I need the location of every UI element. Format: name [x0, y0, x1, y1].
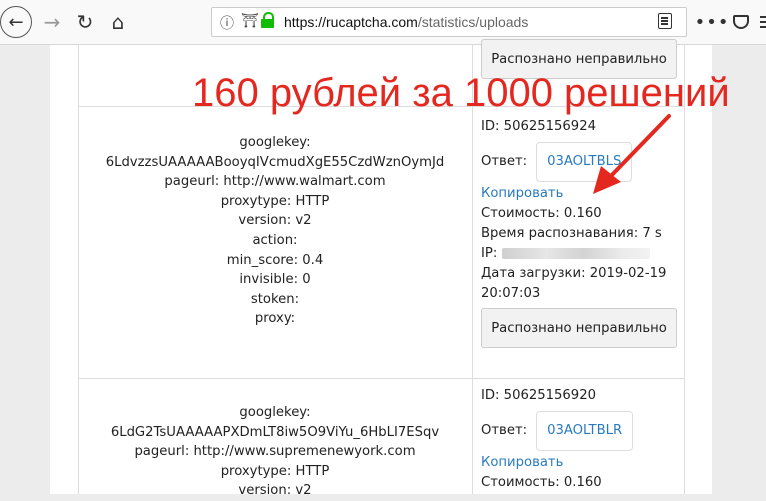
answer-label: Ответ:: [481, 423, 528, 438]
param-line: action:: [252, 232, 298, 248]
cost: Стоимость: 0.160: [481, 206, 602, 221]
param-line: pageurl: http://www.supremenewyork.com: [134, 444, 416, 460]
param-line: invisible: 0: [239, 272, 311, 288]
home-icon[interactable]: ⌂: [103, 7, 133, 37]
task-params: googlekey: 6LdvzzsUAAAAABooyqIVcmudXgE55…: [78, 133, 472, 329]
reader-view-icon[interactable]: [658, 13, 672, 29]
param-line: googlekey:: [239, 135, 311, 150]
param-line: 6LdG2TsUAAAAAPXDmLT8iw5O9ViYu_6HbLI7ESqv: [110, 424, 440, 440]
answer-value[interactable]: 03AOLTBLR: [536, 411, 634, 451]
param-line: proxytype: HTTP: [220, 193, 330, 209]
param-line: min_score: 0.4: [226, 252, 324, 268]
ip-blurred: [501, 247, 650, 259]
annotation-arrow: [593, 114, 671, 194]
param-line: proxytype: HTTP: [220, 463, 330, 479]
task-id: ID: 50625156920: [481, 388, 596, 403]
task-meta: ID: 50625156920 Ответ: 03AOLTBLR Копиров…: [481, 386, 681, 493]
param-line: proxy:: [254, 311, 296, 327]
copy-link[interactable]: Копировать: [481, 453, 681, 473]
param-line: version: v2: [238, 483, 312, 499]
ip-label: IP:: [481, 246, 498, 261]
upload-date: Дата загрузки: 2019-02-19: [481, 266, 667, 281]
cost: Стоимость: 0.160: [481, 475, 602, 490]
answer-label: Ответ:: [481, 154, 528, 169]
solve-time: Время распознавания: 7 s: [481, 226, 662, 241]
menu-icon[interactable]: [753, 7, 766, 37]
task-params: googlekey: 6LdG2TsUAAAAAPXDmLT8iw5O9ViYu…: [78, 403, 472, 501]
info-icon[interactable]: ⓘ: [220, 13, 234, 33]
answer-row: Ответ: 03AOLTBLR: [481, 409, 681, 453]
url-text[interactable]: https://rucaptcha.com/statistics/uploads: [284, 14, 528, 30]
forward-arrow-icon[interactable]: →: [37, 7, 67, 37]
param-line: version: v2: [238, 213, 312, 229]
param-line: pageurl: http://www.walmart.com: [164, 174, 386, 190]
back-arrow-icon[interactable]: ←: [0, 6, 32, 38]
mark-incorrect-button[interactable]: Распознано неправильно: [481, 308, 677, 348]
reload-icon[interactable]: ↻: [70, 7, 100, 37]
more-icon[interactable]: •••: [695, 7, 729, 37]
upload-time: 20:07:03: [481, 286, 541, 301]
pocket-icon[interactable]: [726, 7, 756, 37]
param-line: googlekey:: [239, 405, 311, 420]
param-line: stoken:: [250, 291, 300, 307]
shield-icon[interactable]: ⛩: [241, 13, 259, 29]
price-annotation: 160 рублей за 1000 решений: [192, 71, 730, 115]
param-line: 6LdvzzsUAAAAABooyqIVcmudXgE55CzdWznOymJd: [105, 154, 445, 170]
row-divider: [78, 378, 685, 379]
ip-line: IP:: [481, 244, 681, 264]
url-bar[interactable]: ⓘ ⛩ https://rucaptcha.com/statistics/upl…: [211, 7, 687, 37]
